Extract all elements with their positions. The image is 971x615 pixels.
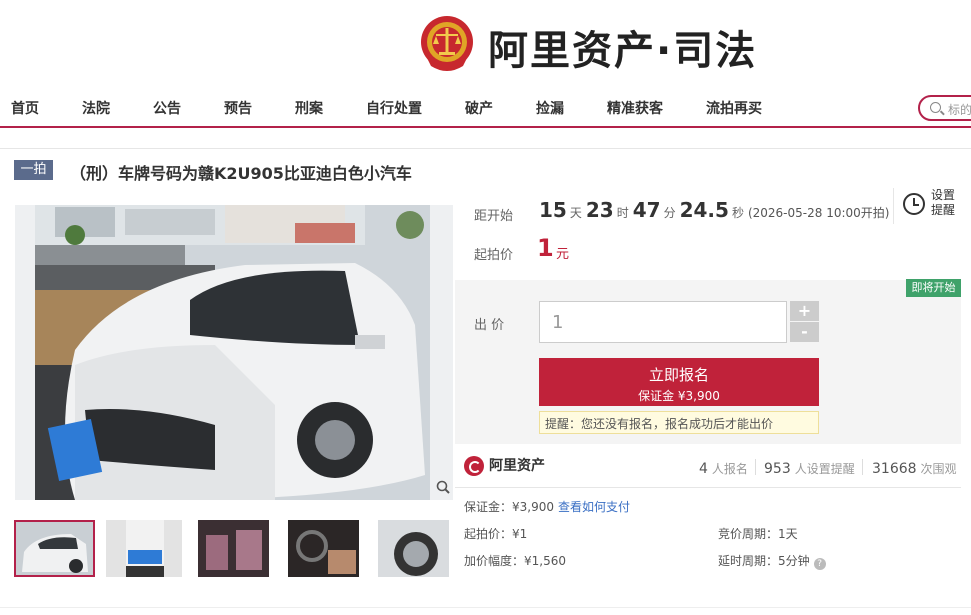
court-emblem-icon: [421, 16, 473, 71]
view-count: 31668 次围观: [872, 458, 957, 477]
alibaba-assets-logo-icon: [464, 456, 484, 476]
nav-item-preview[interactable]: 预告: [224, 98, 252, 118]
divider: [0, 607, 971, 608]
nav-item-precise-customers[interactable]: 精准获客: [607, 98, 663, 118]
nav-item-criminal[interactable]: 刑案: [295, 98, 323, 118]
signup-count-unit: 人报名: [711, 462, 748, 476]
bid-label: 出 价: [474, 318, 505, 333]
signup-count-value: 4: [699, 461, 708, 477]
divider: [862, 459, 863, 475]
nav-item-bankruptcy[interactable]: 破产: [465, 98, 493, 118]
nav-item-notice[interactable]: 公告: [153, 98, 181, 118]
countdown-timer: 15 天 23 时 47 分 24.5 秒 (2026-05-28 10:00开拍): [539, 198, 889, 222]
thumbnail-3[interactable]: [198, 520, 269, 577]
help-icon[interactable]: ?: [813, 558, 826, 570]
status-badge: 即将开始: [906, 279, 961, 297]
thumbnail-2[interactable]: [106, 520, 182, 577]
search-icon: [930, 102, 941, 113]
countdown-seconds: 24.5: [679, 198, 729, 222]
bid-cycle-info: 竞价周期：1天: [718, 527, 798, 541]
reminder-count-value: 953: [764, 461, 791, 477]
bid-amount-input[interactable]: 1: [539, 301, 787, 343]
nav-item-home[interactable]: 首页: [11, 98, 39, 118]
register-deposit-label: 保证金 ¥3,900: [638, 389, 720, 403]
divider: [755, 459, 756, 475]
lot-title: （刑）车牌号码为赣K2U905比亚迪白色小汽车: [70, 164, 412, 183]
signup-count: 4 人报名: [699, 458, 748, 477]
divider: [893, 188, 894, 224]
main-nav: 首页 法院 公告 预告 刑案 自行处置 破产 捡漏 精准获客 流拍再买: [0, 90, 971, 128]
zoom-icon[interactable]: [436, 480, 450, 494]
delay-cycle-info: 延时周期：5分钟?: [718, 552, 826, 570]
set-reminder-label: 设置提醒: [931, 188, 956, 217]
divider: [0, 148, 971, 149]
increase-bid-button[interactable]: +: [790, 301, 819, 321]
auction-round-tag: 一拍: [14, 160, 53, 180]
reminder-count-unit: 人设置提醒: [794, 462, 855, 476]
starting-price-value: 1: [537, 234, 554, 262]
countdown-seconds-unit: 秒: [731, 206, 744, 220]
set-reminder-button[interactable]: 设置提醒: [899, 188, 959, 224]
view-count-unit: 次围观: [920, 462, 957, 476]
thumbnail-1[interactable]: [14, 520, 95, 577]
registration-tip: 提醒：您还没有报名，报名成功后才能出价: [539, 411, 819, 434]
increment-info: 加价幅度：¥1,560: [464, 554, 566, 568]
register-now-button[interactable]: 立即报名 保证金 ¥3,900: [539, 358, 819, 406]
how-to-pay-link[interactable]: 查看如何支付: [558, 498, 630, 515]
nav-item-self-disposal[interactable]: 自行处置: [366, 98, 422, 118]
platform-name: 阿里资产: [489, 458, 545, 474]
starting-price-unit: 元: [556, 247, 570, 262]
brand-title: 阿里资产·司法: [488, 28, 758, 74]
thumbnail-4[interactable]: [288, 520, 359, 577]
car-photo-illustration: [35, 205, 430, 500]
countdown-hours-unit: 时: [616, 206, 629, 220]
starting-price-label: 起拍价: [474, 248, 514, 263]
nav-item-bargain[interactable]: 捡漏: [536, 98, 564, 118]
thumbnail-5[interactable]: [378, 520, 449, 577]
countdown-hours: 23: [585, 198, 614, 222]
clock-icon: [903, 193, 925, 215]
auction-start-time: (2026-05-28 10:00开拍): [747, 206, 890, 220]
start-price-info: 起拍价：¥1: [464, 527, 528, 541]
register-now-label: 立即报名: [648, 366, 709, 384]
search-placeholder: 标的: [948, 103, 971, 117]
nav-item-rebuy[interactable]: 流拍再买: [706, 98, 762, 118]
deposit-info: 保证金：¥3,900: [464, 500, 554, 514]
countdown-days: 15: [539, 198, 567, 222]
reminder-count: 953 人设置提醒: [764, 458, 855, 477]
search-input[interactable]: 标的: [918, 95, 971, 121]
divider: [455, 487, 961, 488]
delay-cycle-text: 延时周期：5分钟: [718, 554, 810, 568]
header: 阿里资产·司法: [0, 0, 971, 90]
main-car-photo[interactable]: [15, 205, 453, 500]
nav-item-court[interactable]: 法院: [82, 98, 110, 118]
decrease-bid-button[interactable]: -: [790, 322, 819, 342]
countdown-label: 距开始: [474, 209, 514, 224]
countdown-minutes: 47: [632, 198, 661, 222]
view-count-value: 31668: [872, 461, 917, 477]
countdown-days-unit: 天: [569, 206, 582, 220]
countdown-minutes-unit: 分: [663, 206, 676, 220]
